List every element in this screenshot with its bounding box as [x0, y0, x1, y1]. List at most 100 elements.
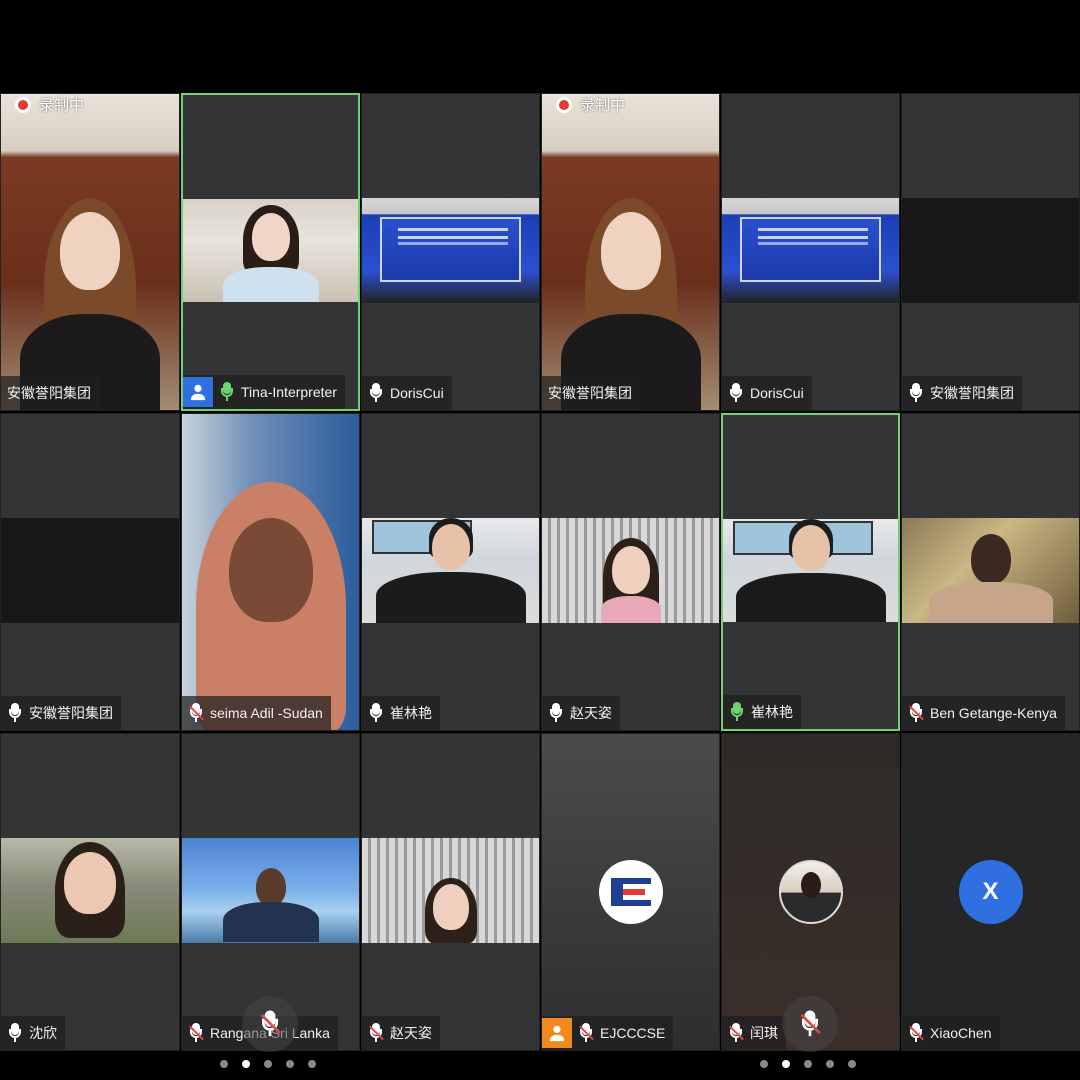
mic-muted-icon — [578, 1023, 594, 1043]
participant-figure — [926, 534, 1056, 623]
participant-name: 赵天姿 — [570, 705, 612, 721]
video-tile[interactable]: DorisCui — [721, 93, 900, 411]
participant-figure — [221, 868, 321, 943]
participant-video — [182, 838, 359, 943]
participant-name-label: 安徽誉阳集团 — [1, 376, 99, 410]
page-dot[interactable] — [848, 1060, 856, 1068]
recording-indicator: 录制中 — [15, 94, 84, 115]
participant-figure — [396, 878, 506, 943]
participant-name: 安徽誉阳集团 — [29, 705, 113, 721]
logo-icon — [610, 878, 651, 906]
recording-label: 录制中 — [39, 97, 85, 114]
video-tile-active-speaker[interactable]: 崔林艳 — [721, 413, 900, 731]
participant-name: 闰琪 — [750, 1025, 778, 1041]
mic-muted-icon — [728, 1023, 744, 1043]
video-tile[interactable]: EJCCCSE — [541, 733, 720, 1051]
mic-muted-icon — [908, 1023, 924, 1043]
mute-toggle-button[interactable] — [782, 996, 838, 1052]
page-dot[interactable] — [264, 1060, 272, 1068]
video-tile[interactable]: Ben Getange-Kenya — [901, 413, 1080, 731]
page-dot[interactable] — [286, 1060, 294, 1068]
mic-muted-icon — [799, 1010, 821, 1038]
participant-name-label: EJCCCSE — [542, 1016, 674, 1050]
participant-name-label: 安徽誉阳集团 — [542, 376, 640, 410]
video-tile[interactable]: 安徽誉阳集团 — [901, 93, 1080, 411]
video-tile[interactable]: seima Adil -Sudan — [181, 413, 360, 731]
participant-name: DorisCui — [390, 385, 444, 401]
recording-indicator: 录制中 — [556, 94, 625, 115]
participant-name-label: DorisCui — [722, 376, 812, 410]
page-dot[interactable] — [760, 1060, 768, 1068]
record-icon — [556, 96, 572, 113]
participant-name-label: 崔林艳 — [362, 696, 440, 730]
participant-video — [182, 414, 359, 730]
participant-name-label: Tina-Interpreter — [183, 375, 345, 409]
participant-video — [722, 198, 899, 303]
page-dot-current[interactable] — [242, 1060, 250, 1068]
participant-figure — [576, 538, 686, 623]
mic-muted-icon — [259, 1010, 281, 1038]
participant-name: 安徽誉阳集团 — [930, 385, 1014, 401]
mic-muted-icon — [188, 1023, 204, 1043]
video-tile[interactable]: 安徽誉阳集团 — [0, 413, 180, 731]
participant-name-label: 安徽誉阳集团 — [1, 696, 121, 730]
seminar-banner — [739, 217, 882, 282]
participant-name: 沈欣 — [29, 1025, 57, 1041]
avatar-figure — [800, 872, 821, 898]
video-tile[interactable]: 录制中 安徽誉阳集团 — [0, 93, 180, 411]
ejcccse-logo-avatar — [598, 860, 663, 924]
participant-name-label: 沈欣 — [1, 1016, 65, 1050]
page-dot[interactable] — [804, 1060, 812, 1068]
page-dot[interactable] — [308, 1060, 316, 1068]
participant-name-label: 赵天姿 — [542, 696, 620, 730]
participant-name: 崔林艳 — [751, 704, 793, 720]
participant-video — [723, 518, 898, 623]
seminar-banner — [379, 217, 522, 282]
video-tile[interactable]: 赵天姿 — [541, 413, 720, 731]
participant-video — [1, 518, 179, 623]
participant-video — [362, 838, 539, 943]
participant-video — [542, 94, 719, 410]
video-tile[interactable]: 录制中 安徽誉阳集团 — [541, 93, 720, 411]
mic-muted-icon — [188, 703, 204, 723]
page-indicator[interactable] — [760, 1060, 856, 1068]
mic-on-icon — [368, 383, 384, 403]
mic-on-icon — [368, 703, 384, 723]
participant-video — [902, 518, 1079, 623]
participant-video — [1, 94, 179, 410]
page-indicator[interactable] — [220, 1060, 316, 1068]
participant-name-label: seima Adil -Sudan — [182, 696, 331, 730]
participant-video — [362, 518, 539, 623]
avatar-initial: X — [982, 878, 999, 905]
page-dot-current[interactable] — [782, 1060, 790, 1068]
mute-toggle-button[interactable] — [242, 996, 298, 1052]
participant-figure — [375, 518, 526, 623]
participant-name: 安徽誉阳集团 — [7, 385, 91, 401]
video-tile[interactable]: 崔林艳 — [361, 413, 540, 731]
participant-name: 崔林艳 — [390, 705, 432, 721]
participant-name: seima Adil -Sudan — [210, 705, 323, 721]
video-tile-active-speaker[interactable]: Tina-Interpreter — [181, 93, 360, 411]
participant-figure — [735, 518, 886, 623]
participant-name-label: XiaoChen — [902, 1016, 1000, 1050]
participant-name-label: 安徽誉阳集团 — [902, 376, 1022, 410]
page-dot[interactable] — [220, 1060, 228, 1068]
mic-on-icon — [548, 703, 564, 723]
participant-figure — [183, 482, 359, 730]
participant-video — [362, 198, 539, 303]
mic-on-icon — [729, 702, 745, 722]
participant-name-label: 闰琪 — [722, 1016, 786, 1050]
profile-photo-avatar — [778, 860, 843, 924]
video-tile[interactable]: DorisCui — [361, 93, 540, 411]
participant-video — [542, 518, 719, 623]
mic-on-icon — [219, 382, 235, 402]
video-tile[interactable]: X XiaoChen — [901, 733, 1080, 1051]
participant-name: XiaoChen — [930, 1025, 992, 1041]
video-tile[interactable]: 赵天姿 — [361, 733, 540, 1051]
page-dot[interactable] — [826, 1060, 834, 1068]
participant-name: 安徽誉阳集团 — [548, 385, 632, 401]
participant-video — [183, 198, 358, 303]
video-tile[interactable]: 沈欣 — [0, 733, 180, 1051]
mic-on-icon — [908, 383, 924, 403]
user-icon — [542, 1018, 572, 1048]
